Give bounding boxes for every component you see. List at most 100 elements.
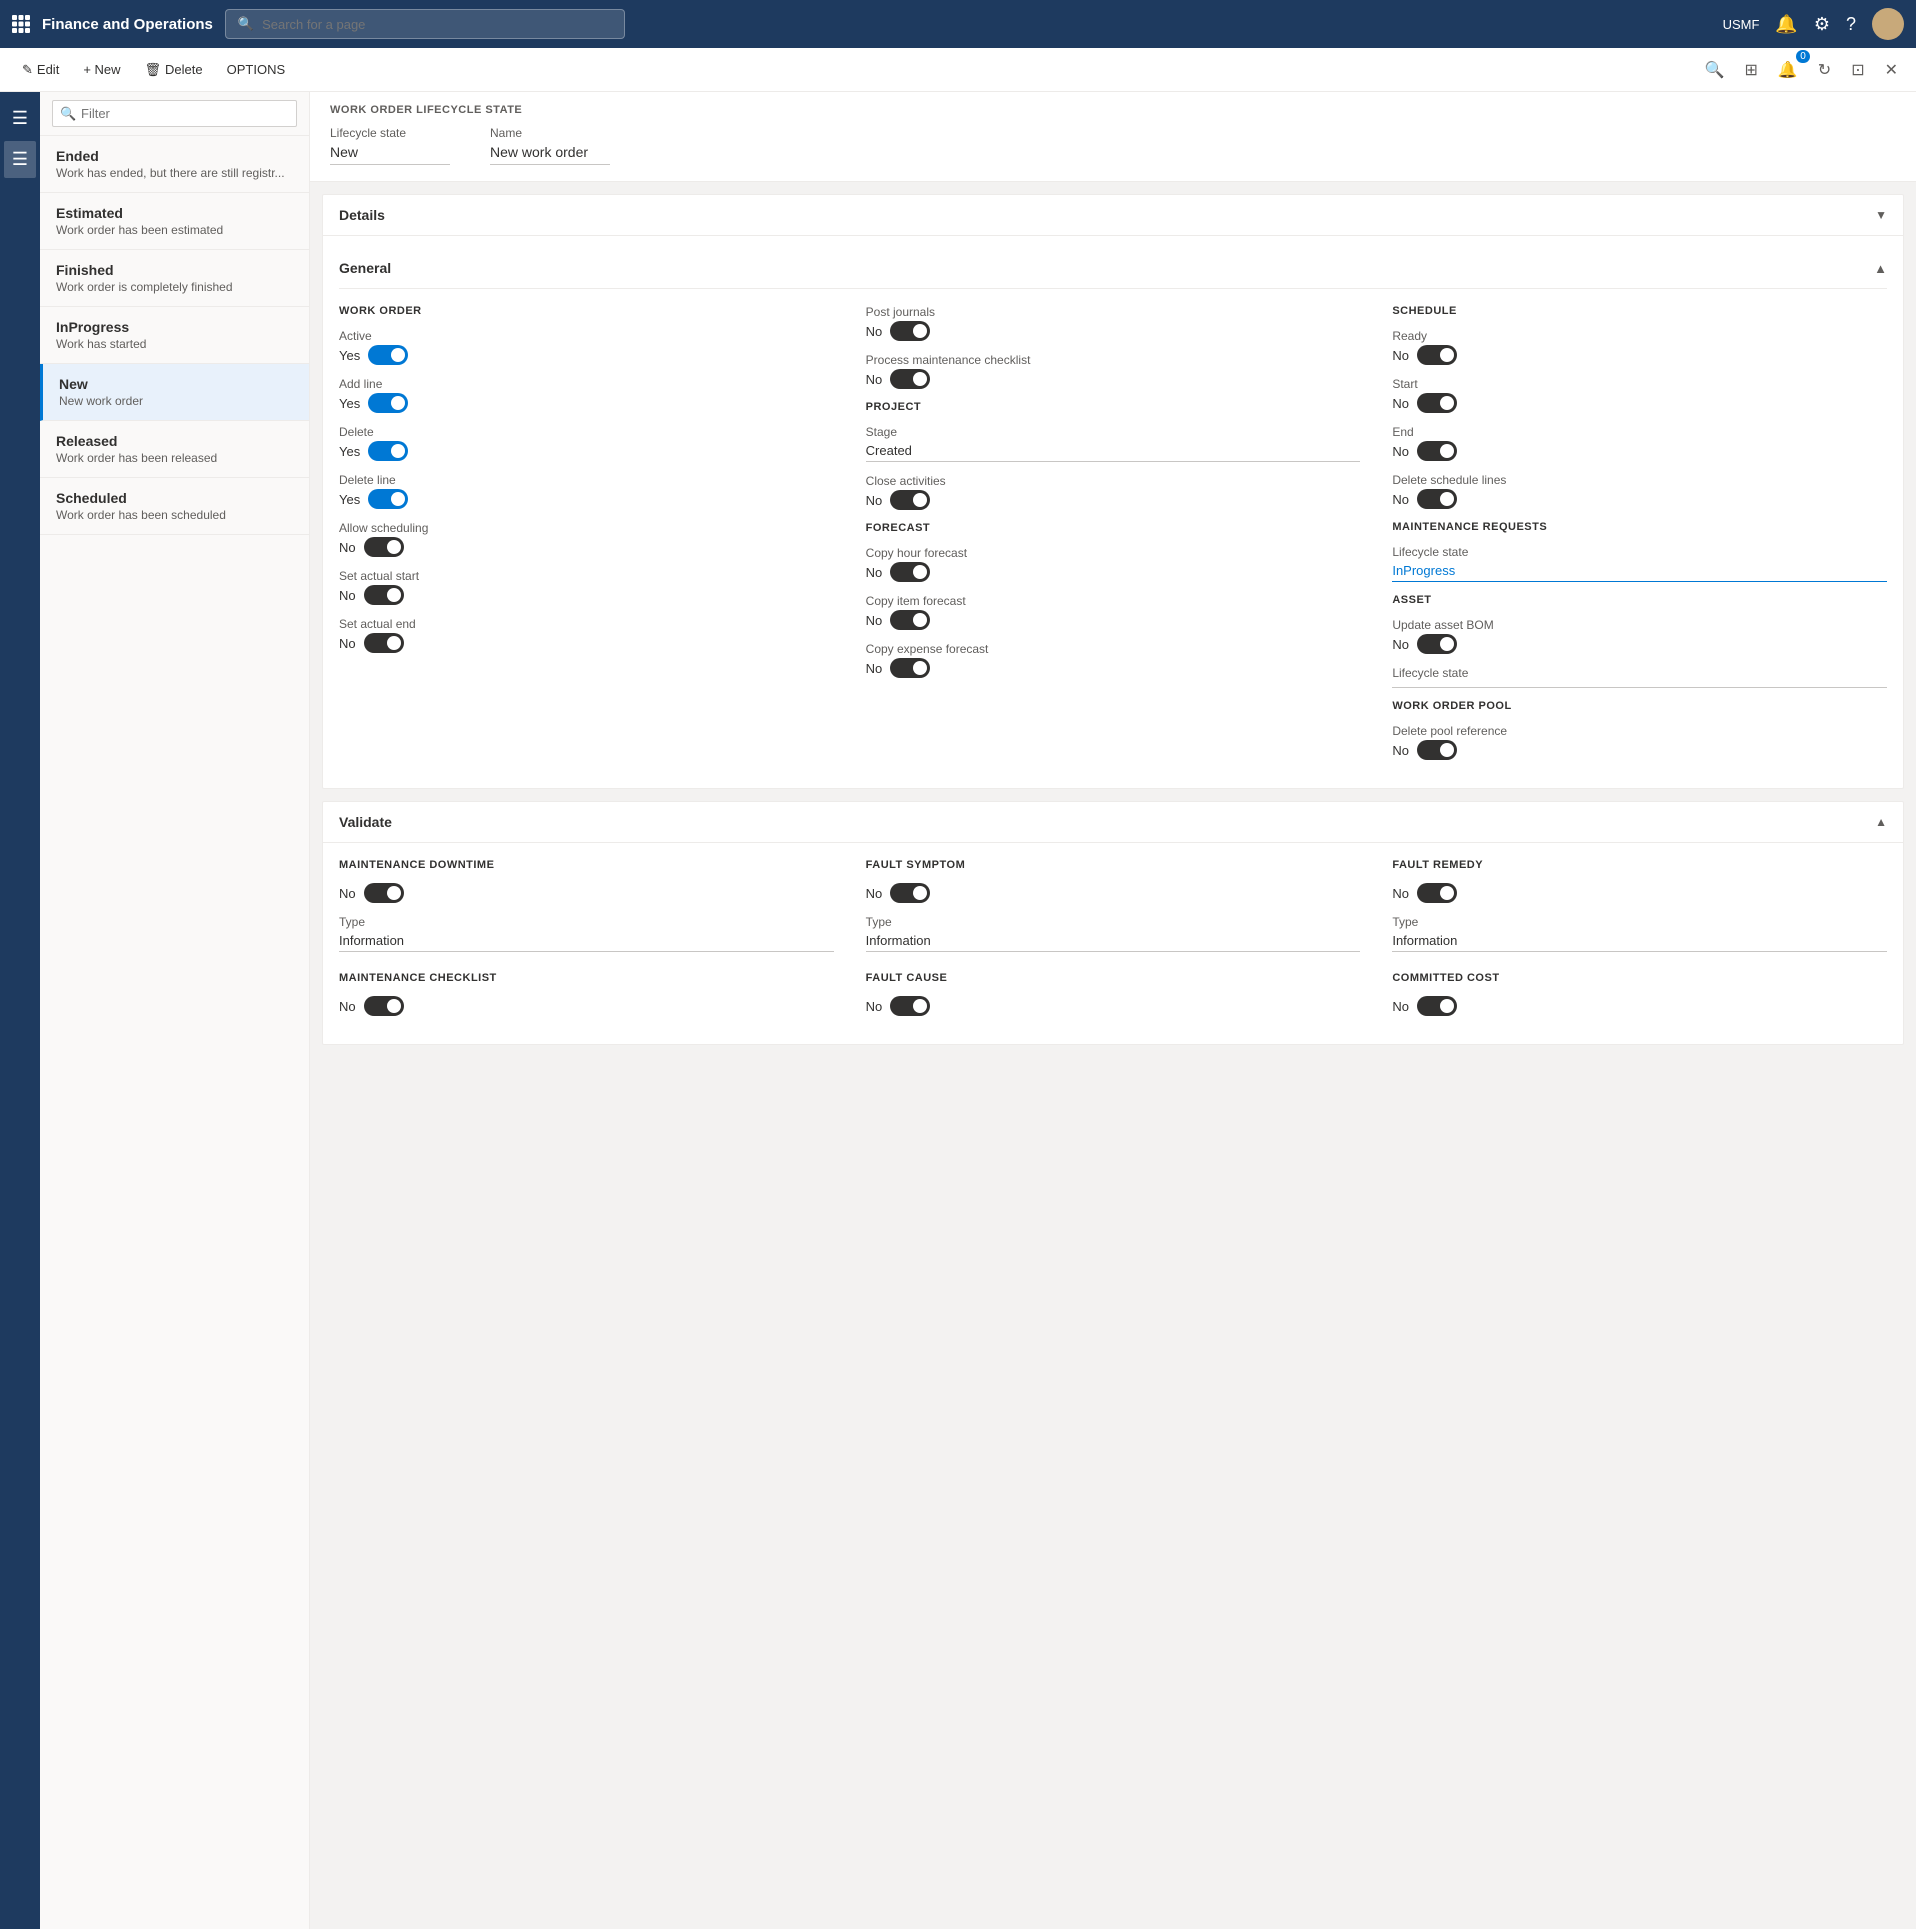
validate-section: Validate ▲ MAINTENANCE DOWNTIME No xyxy=(322,801,1904,1045)
allow-scheduling-field: Allow scheduling No xyxy=(339,521,834,557)
delete-schedule-field: Delete schedule lines No xyxy=(1392,473,1887,509)
fault-symptom-type-value: Information xyxy=(866,933,1361,952)
waffle-menu[interactable] xyxy=(12,15,30,33)
notification-icon[interactable]: 🔔 xyxy=(1775,14,1797,35)
fault-symptom-col: FAULT SYMPTOM No Type Information xyxy=(866,859,1361,952)
end-field: End No xyxy=(1392,425,1887,461)
ready-toggle[interactable] xyxy=(1417,345,1457,365)
general-chevron-icon[interactable]: ▲ xyxy=(1874,261,1887,276)
fault-cause-toggle[interactable] xyxy=(890,996,930,1016)
delete-pool-toggle[interactable] xyxy=(1417,740,1457,760)
active-toggle[interactable] xyxy=(368,345,408,365)
delete-icon: 🗑 xyxy=(145,62,162,78)
post-journals-toggle[interactable] xyxy=(890,321,930,341)
refresh-button[interactable]: ↻ xyxy=(1812,54,1837,86)
top-navigation: Finance and Operations 🔍 USMF 🔔 ⚙ ? xyxy=(0,0,1916,48)
set-actual-start-toggle[interactable] xyxy=(364,585,404,605)
update-asset-bom-field: Update asset BOM No xyxy=(1392,618,1887,654)
process-maintenance-toggle[interactable] xyxy=(890,369,930,389)
record-header: WORK ORDER LIFECYCLE STATE Lifecycle sta… xyxy=(310,92,1916,182)
delete-field: Delete Yes xyxy=(339,425,834,461)
maintenance-checklist-col: MAINTENANCE CHECKLIST No xyxy=(339,972,834,1028)
copy-hour-toggle[interactable] xyxy=(890,562,930,582)
menu-toggle-icon[interactable]: ☰ xyxy=(4,100,36,137)
edit-button[interactable]: ✎ Edit xyxy=(12,56,69,84)
validate-section-header[interactable]: Validate ▲ xyxy=(323,802,1903,843)
details-section-body: General ▲ WORK ORDER Active Yes xyxy=(323,236,1903,788)
sidebar-filter-container: 🔍 xyxy=(40,92,309,136)
sidebar-item-inprogress[interactable]: InProgress Work has started xyxy=(40,307,309,364)
allow-scheduling-toggle[interactable] xyxy=(364,537,404,557)
sidebar-item-estimated[interactable]: Estimated Work order has been estimated xyxy=(40,193,309,250)
validate-grid: MAINTENANCE DOWNTIME No Type Information xyxy=(339,859,1887,952)
committed-cost-toggle[interactable] xyxy=(1417,996,1457,1016)
search-toggle-button[interactable]: 🔍 xyxy=(1699,54,1731,86)
options-button[interactable]: OPTIONS xyxy=(217,56,296,83)
search-icon: 🔍 xyxy=(238,16,254,32)
sidebar-item-scheduled[interactable]: Scheduled Work order has been scheduled xyxy=(40,478,309,535)
maintenance-downtime-col: MAINTENANCE DOWNTIME No Type Information xyxy=(339,859,834,952)
sidebar-item-new[interactable]: New New work order xyxy=(40,364,309,421)
fault-remedy-type-field: Type Information xyxy=(1392,915,1887,952)
close-button[interactable]: ✕ xyxy=(1879,54,1904,86)
new-button[interactable]: + New xyxy=(73,56,130,83)
sidebar-item-released[interactable]: Released Work order has been released xyxy=(40,421,309,478)
active-field: Active Yes xyxy=(339,329,834,365)
ready-field: Ready No xyxy=(1392,329,1887,365)
general-grid: WORK ORDER Active Yes Add line Yes xyxy=(339,305,1887,772)
fault-remedy-type-value: Information xyxy=(1392,933,1887,952)
post-journals-field: Post journals No xyxy=(866,305,1361,341)
copy-expense-toggle[interactable] xyxy=(890,658,930,678)
maint-checklist-toggle-field: No xyxy=(339,996,834,1016)
copy-expense-field: Copy expense forecast No xyxy=(866,642,1361,678)
fault-remedy-toggle[interactable] xyxy=(1417,883,1457,903)
notification-badge[interactable]: 🔔 0 xyxy=(1772,54,1804,86)
end-toggle[interactable] xyxy=(1417,441,1457,461)
settings-icon[interactable]: ⚙ xyxy=(1814,14,1830,35)
sidebar-item-ended[interactable]: Ended Work has ended, but there are stil… xyxy=(40,136,309,193)
details-section-header[interactable]: Details ▼ xyxy=(323,195,1903,236)
delete-toggle[interactable] xyxy=(368,441,408,461)
mr-lifecycle-value[interactable]: InProgress xyxy=(1392,563,1887,582)
copy-item-toggle[interactable] xyxy=(890,610,930,630)
add-line-toggle[interactable] xyxy=(368,393,408,413)
sidebar-item-finished[interactable]: Finished Work order is completely finish… xyxy=(40,250,309,307)
committed-cost-col: COMMITTED COST No xyxy=(1392,972,1887,1028)
delete-line-toggle[interactable] xyxy=(368,489,408,509)
delete-button[interactable]: 🗑 Delete xyxy=(135,56,213,84)
fault-symptom-type-field: Type Information xyxy=(866,915,1361,952)
maint-checklist-toggle[interactable] xyxy=(364,996,404,1016)
search-bar[interactable]: 🔍 xyxy=(225,9,625,39)
main-layout: ☰ ☰ 🔍 Ended Work has ended, but there ar… xyxy=(0,92,1916,1929)
fault-cause-col: FAULT CAUSE No xyxy=(866,972,1361,1028)
fault-symptom-toggle[interactable] xyxy=(890,883,930,903)
committed-cost-toggle-field: No xyxy=(1392,996,1887,1016)
work-order-column: WORK ORDER Active Yes Add line Yes xyxy=(339,305,834,772)
sidebar: 🔍 Ended Work has ended, but there are st… xyxy=(40,92,310,1929)
edit-icon: ✎ xyxy=(22,62,33,78)
maint-downtime-toggle[interactable] xyxy=(364,883,404,903)
left-strip: ☰ ☰ xyxy=(0,92,40,1929)
badge-count: 0 xyxy=(1796,50,1810,63)
lifecycle-state-field: Lifecycle state New xyxy=(330,126,450,165)
close-activities-toggle[interactable] xyxy=(890,490,930,510)
help-icon[interactable]: ? xyxy=(1846,14,1856,35)
update-asset-bom-toggle[interactable] xyxy=(1417,634,1457,654)
org-label: USMF xyxy=(1723,17,1760,32)
search-input[interactable] xyxy=(262,17,612,32)
delete-schedule-toggle[interactable] xyxy=(1417,489,1457,509)
middle-column: Post journals No Process maintenance che… xyxy=(866,305,1361,772)
list-icon[interactable]: ☰ xyxy=(4,141,36,178)
grid-view-button[interactable]: ⊞ xyxy=(1738,54,1763,86)
details-chevron-icon: ▼ xyxy=(1875,208,1887,222)
fault-remedy-toggle-field: No xyxy=(1392,883,1887,903)
start-toggle[interactable] xyxy=(1417,393,1457,413)
avatar[interactable] xyxy=(1872,8,1904,40)
maximize-button[interactable]: ⊡ xyxy=(1845,54,1870,86)
command-bar: ✎ Edit + New 🗑 Delete OPTIONS 🔍 ⊞ 🔔 0 ↻ … xyxy=(0,48,1916,92)
sidebar-filter-input[interactable] xyxy=(52,100,297,127)
set-actual-end-toggle[interactable] xyxy=(364,633,404,653)
filter-icon: 🔍 xyxy=(60,106,76,122)
close-activities-field: Close activities No xyxy=(866,474,1361,510)
details-section: Details ▼ General ▲ WORK ORDER Active xyxy=(322,194,1904,789)
